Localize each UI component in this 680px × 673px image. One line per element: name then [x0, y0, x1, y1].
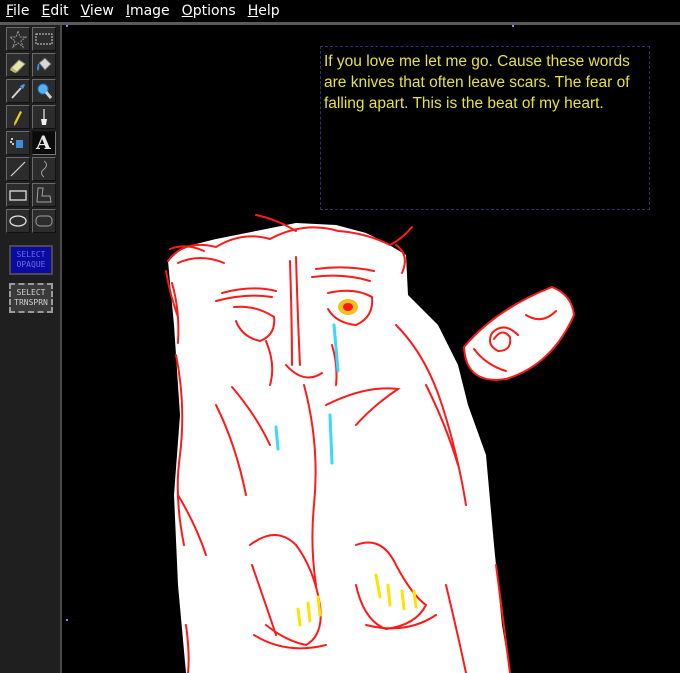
select-transparent-button[interactable]: SELECT TRNSPRN — [9, 283, 53, 313]
line-tool[interactable] — [6, 157, 30, 181]
text-tool[interactable]: A — [32, 131, 56, 155]
pencil-icon — [14, 111, 22, 126]
ellipse-tool[interactable] — [6, 209, 30, 233]
rect-select-icon — [35, 33, 53, 45]
magnifier-tool[interactable] — [32, 79, 56, 103]
polygon-icon — [36, 187, 52, 203]
free-select-icon — [8, 29, 28, 49]
fill-bucket-tool[interactable] — [32, 53, 56, 77]
rounded-rect-tool[interactable] — [32, 209, 56, 233]
color-picker-tool[interactable] — [6, 79, 30, 103]
canvas-text[interactable]: If you love me let me go. Cause these wo… — [324, 51, 644, 114]
menu-edit[interactable]: Edit — [41, 0, 68, 22]
eraser-tool[interactable] — [6, 53, 30, 77]
brush-tool[interactable] — [32, 105, 56, 129]
select-opaque-button[interactable]: SELECT OPAQUE — [9, 245, 53, 275]
rectangle-tool[interactable] — [6, 183, 30, 207]
line-icon — [10, 161, 26, 177]
ellipse-icon — [9, 215, 27, 227]
menu-image[interactable]: Image — [126, 0, 170, 22]
pencil-tool[interactable] — [6, 105, 30, 129]
tool-panel: A SELECT OPAQUE SELECT TRNSPRN — [0, 25, 62, 673]
menu-view[interactable]: View — [81, 0, 114, 22]
text-box[interactable]: If you love me let me go. Cause these wo… — [320, 46, 650, 210]
curve-icon — [41, 160, 47, 178]
color-picker-icon — [11, 84, 25, 99]
rect-select-tool[interactable] — [32, 27, 56, 51]
menu-bar: File Edit View Image Options Help — [0, 0, 680, 22]
brush-icon — [41, 109, 47, 125]
airbrush-tool[interactable] — [6, 131, 30, 155]
text-icon: A — [36, 132, 51, 154]
menu-file[interactable]: File — [6, 0, 29, 22]
free-select-tool[interactable] — [6, 27, 30, 51]
rectangle-icon — [9, 190, 27, 201]
airbrush-icon — [10, 138, 23, 148]
menu-help[interactable]: Help — [248, 0, 280, 22]
drawing-canvas[interactable]: If you love me let me go. Cause these wo… — [66, 25, 680, 673]
fill-bucket-icon — [37, 57, 52, 71]
curve-tool[interactable] — [32, 157, 56, 181]
polygon-tool[interactable] — [32, 183, 56, 207]
eraser-icon — [10, 59, 26, 73]
menu-options[interactable]: Options — [182, 0, 236, 22]
magnifier-icon — [37, 83, 53, 99]
rounded-rect-icon — [35, 215, 53, 227]
